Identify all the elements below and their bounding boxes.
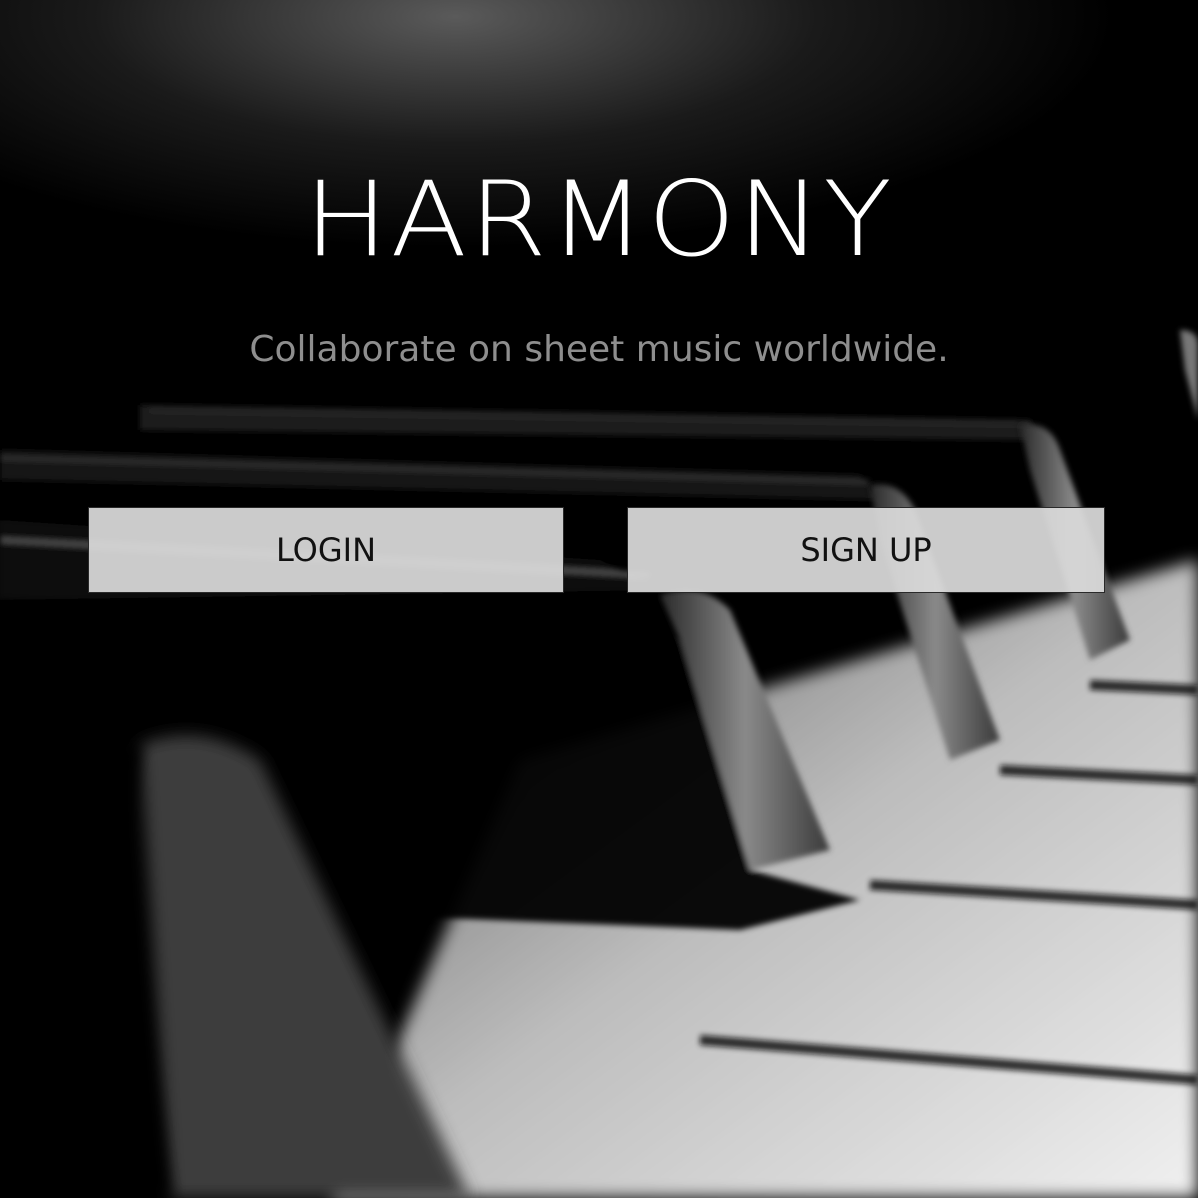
signup-button[interactable]: SIGN UP bbox=[627, 507, 1105, 593]
login-button[interactable]: LOGIN bbox=[88, 507, 564, 593]
tagline: Collaborate on sheet music worldwide. bbox=[249, 329, 949, 370]
app-title: HARMONY bbox=[304, 160, 894, 280]
landing-page: HARMONY Collaborate on sheet music world… bbox=[0, 0, 1198, 1198]
